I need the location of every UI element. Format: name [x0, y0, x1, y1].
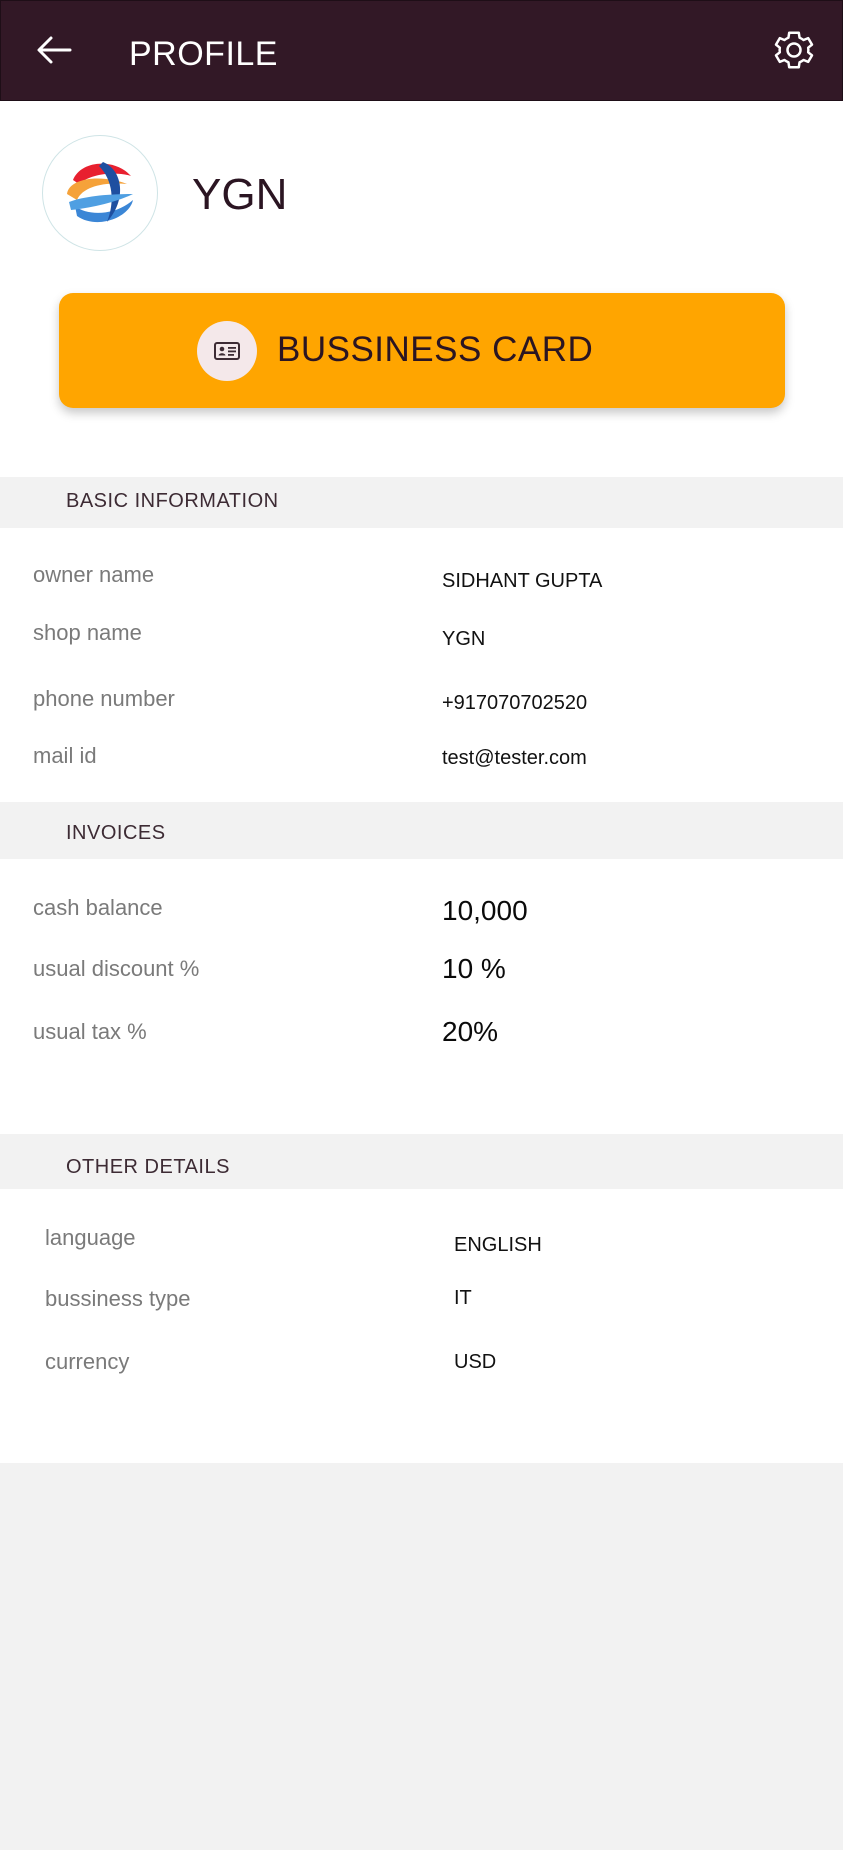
mail-id-label: mail id	[33, 743, 97, 768]
section-title: BASIC INFORMATION	[66, 490, 279, 512]
invoices-header: INVOICES	[0, 802, 843, 859]
basic-information-header: BASIC INFORMATION	[0, 477, 843, 528]
usual-discount-label: usual discount %	[33, 956, 200, 981]
section-title: OTHER DETAILS	[66, 1156, 230, 1178]
cash-balance-label: cash balance	[33, 895, 163, 920]
shop-name-value: YGN	[442, 628, 486, 650]
owner-name-value: SIDHANT GUPTA	[442, 570, 603, 592]
cash-balance-value: 10,000	[442, 895, 528, 926]
usual-tax-value: 20%	[442, 1016, 499, 1047]
usual-tax-label: usual tax %	[33, 1019, 147, 1044]
business-card-label: BUSSINESS CARD	[277, 330, 594, 369]
business-card-icon-badge	[197, 321, 257, 381]
app-bar: PROFILE	[0, 0, 843, 101]
phone-number-label: phone number	[33, 686, 175, 711]
owner-name-label: owner name	[33, 562, 155, 587]
language-value: ENGLISH	[454, 1234, 542, 1256]
settings-button[interactable]	[771, 27, 817, 73]
business-card-button[interactable]: BUSSINESS CARD	[59, 293, 785, 408]
usual-discount-value: 10 %	[442, 953, 506, 984]
arrow-left-icon	[37, 36, 72, 64]
other-details-header: OTHER DETAILS	[0, 1134, 843, 1189]
shop-name-heading: YGN	[192, 170, 288, 219]
back-button[interactable]	[29, 25, 79, 75]
shop-name-label: shop name	[33, 620, 142, 645]
business-type-label: bussiness type	[45, 1286, 191, 1311]
gear-icon	[774, 31, 814, 69]
currency-label: currency	[45, 1349, 130, 1374]
language-label: language	[45, 1225, 136, 1250]
page-title: PROFILE	[129, 35, 278, 73]
id-card-icon	[214, 342, 240, 360]
mail-id-value: test@tester.com	[442, 747, 587, 769]
currency-value: USD	[454, 1351, 497, 1373]
section-title: INVOICES	[66, 822, 166, 844]
shop-logo-avatar[interactable]	[42, 135, 158, 251]
business-type-value: IT	[454, 1287, 472, 1309]
phone-number-value: +917070702520	[442, 692, 588, 714]
ribbon-logo-icon	[67, 162, 133, 223]
